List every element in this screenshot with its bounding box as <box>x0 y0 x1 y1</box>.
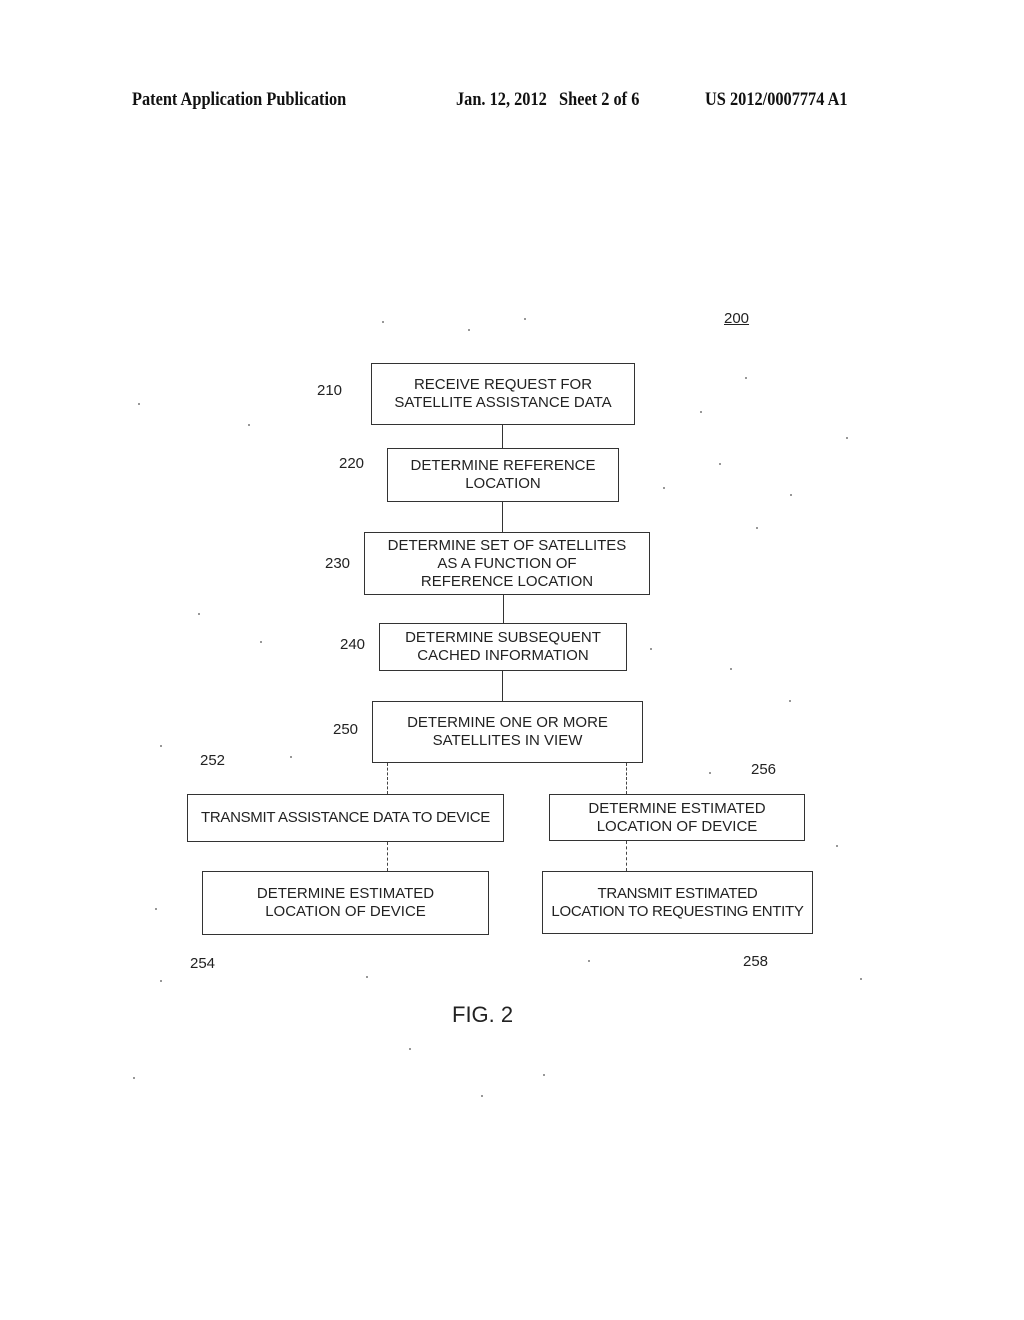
connector-220-230 <box>502 502 503 532</box>
connector-230-240 <box>503 595 504 623</box>
step-text-256: DETERMINE ESTIMATED LOCATION OF DEVICE <box>588 799 766 835</box>
step-text-230: DETERMINE SET OF SATELLITES AS A FUNCTIO… <box>387 536 627 590</box>
step-text-210: RECEIVE REQUEST FOR SATELLITE ASSISTANCE… <box>394 376 612 411</box>
scan-speck <box>836 845 838 847</box>
connector-240-250 <box>502 671 503 701</box>
step-ref-256: 256 <box>751 761 777 778</box>
step-ref-210: 210 <box>317 382 343 399</box>
scan-speck <box>789 700 791 702</box>
scan-speck <box>846 437 848 439</box>
step-ref-254: 254 <box>190 955 216 972</box>
step-box-252: TRANSMIT ASSISTANCE DATA TO DEVICE <box>187 794 504 842</box>
scan-speck <box>700 411 702 413</box>
scan-speck <box>382 321 384 323</box>
scan-speck <box>155 908 157 910</box>
step-box-250: DETERMINE ONE OR MORE SATELLITES IN VIEW <box>372 701 643 763</box>
scan-speck <box>730 668 732 670</box>
scan-speck <box>248 424 250 426</box>
scan-speck <box>260 641 262 643</box>
figure-number: 200 <box>724 310 750 327</box>
scan-speck <box>290 756 292 758</box>
scan-speck <box>198 613 200 615</box>
step-ref-252: 252 <box>200 752 226 769</box>
step-text-258: TRANSMIT ESTIMATED LOCATION TO REQUESTIN… <box>551 884 804 920</box>
scan-speck <box>133 1077 135 1079</box>
step-box-258: TRANSMIT ESTIMATED LOCATION TO REQUESTIN… <box>542 871 813 934</box>
figure-caption: FIG. 2 <box>452 1002 514 1027</box>
scan-speck <box>860 978 862 980</box>
scan-speck <box>409 1048 411 1050</box>
connector-256-258 <box>626 841 627 871</box>
step-text-252: TRANSMIT ASSISTANCE DATA TO DEVICE <box>200 809 491 826</box>
step-ref-250: 250 <box>333 721 359 738</box>
scan-speck <box>790 494 792 496</box>
step-text-250: DETERMINE ONE OR MORE SATELLITES IN VIEW <box>407 714 608 749</box>
step-ref-240: 240 <box>340 636 366 653</box>
step-ref-230: 230 <box>325 555 351 572</box>
date-sheet-info: Jan. 12, 2012 Sheet 2 of 6 <box>456 89 640 110</box>
connector-252-254 <box>387 842 388 871</box>
scan-speck <box>663 487 665 489</box>
patent-number: US 2012/0007774 A1 <box>705 89 848 110</box>
step-box-254: DETERMINE ESTIMATED LOCATION OF DEVICE <box>202 871 489 935</box>
step-text-220: DETERMINE REFERENCE LOCATION <box>410 457 596 492</box>
scan-speck <box>468 329 470 331</box>
connector-250-252 <box>387 763 388 794</box>
step-text-254: DETERMINE ESTIMATED LOCATION OF DEVICE <box>256 885 435 920</box>
scan-speck <box>138 403 140 405</box>
scan-speck <box>543 1074 545 1076</box>
scan-speck <box>709 772 711 774</box>
step-box-220: DETERMINE REFERENCE LOCATION <box>387 448 619 502</box>
step-text-240: DETERMINE SUBSEQUENT CACHED INFORMATION <box>405 629 601 664</box>
scan-speck <box>481 1095 483 1097</box>
scan-speck <box>588 960 590 962</box>
publication-title: Patent Application Publication <box>132 89 347 110</box>
scan-speck <box>745 377 747 379</box>
scan-speck <box>524 318 526 320</box>
step-ref-220: 220 <box>339 455 365 472</box>
connector-210-220 <box>502 425 503 448</box>
scan-speck <box>366 976 368 978</box>
scan-speck <box>160 745 162 747</box>
step-box-240: DETERMINE SUBSEQUENT CACHED INFORMATION <box>379 623 627 671</box>
scan-speck <box>719 463 721 465</box>
step-box-256: DETERMINE ESTIMATED LOCATION OF DEVICE <box>549 794 805 841</box>
connector-250-256 <box>626 763 627 794</box>
step-ref-258: 258 <box>743 953 769 970</box>
step-box-230: DETERMINE SET OF SATELLITES AS A FUNCTIO… <box>364 532 650 595</box>
scan-speck <box>650 648 652 650</box>
step-box-210: RECEIVE REQUEST FOR SATELLITE ASSISTANCE… <box>371 363 635 425</box>
scan-speck <box>160 980 162 982</box>
scan-speck <box>756 527 758 529</box>
